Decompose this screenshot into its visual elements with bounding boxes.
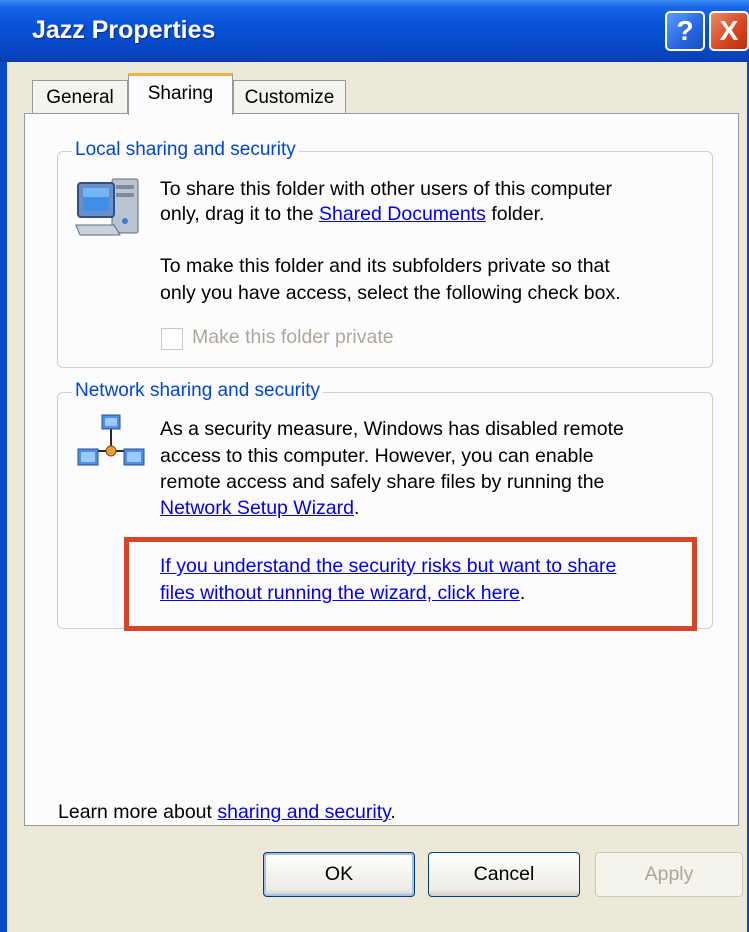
network-text-line2: access to this computer. However, you ca…: [160, 445, 594, 467]
sharing-security-link[interactable]: sharing and security: [217, 801, 390, 823]
local-text-line1: To share this folder with other users of…: [160, 178, 612, 200]
network-icon: [77, 414, 145, 466]
help-icon: ?: [676, 15, 694, 46]
window-title: Jazz Properties: [32, 16, 216, 44]
title-bar[interactable]: Jazz Properties ? X: [0, 0, 749, 62]
help-button[interactable]: ?: [665, 11, 705, 51]
shared-documents-link[interactable]: Shared Documents: [319, 203, 486, 225]
apply-button[interactable]: Apply: [595, 852, 743, 897]
tab-general[interactable]: General: [32, 80, 128, 113]
network-text-line3: remote access and safely share files by …: [160, 471, 605, 493]
network-sharing-legend: Network sharing and security: [72, 380, 323, 402]
make-private-checkbox[interactable]: [161, 328, 183, 350]
network-text-line1: As a security measure, Windows has disab…: [160, 418, 624, 440]
ok-button[interactable]: OK: [263, 852, 415, 897]
close-button[interactable]: X: [709, 11, 749, 51]
tab-sharing[interactable]: Sharing: [128, 73, 233, 115]
network-setup-wizard-link[interactable]: Network Setup Wizard: [160, 497, 354, 519]
local-text-line2: only, drag it to the Shared Documents fo…: [160, 203, 545, 225]
highlight-box: [124, 537, 697, 631]
properties-dialog: Jazz Properties ? X General Sharing Cust…: [0, 0, 749, 932]
local-sharing-legend: Local sharing and security: [72, 139, 299, 161]
close-icon: X: [719, 15, 739, 46]
computer-icon: [75, 178, 139, 236]
tab-customize[interactable]: Customize: [233, 80, 346, 113]
network-text-line4: Network Setup Wizard.: [160, 497, 360, 519]
local-text-line3: To make this folder and its subfolders p…: [160, 255, 610, 277]
cancel-button[interactable]: Cancel: [428, 852, 580, 897]
local-text-line4: only you have access, select the followi…: [160, 282, 621, 304]
window-border-left: [0, 62, 7, 932]
learn-more-text: Learn more about sharing and security.: [58, 801, 396, 823]
make-private-label[interactable]: Make this folder private: [192, 326, 394, 349]
